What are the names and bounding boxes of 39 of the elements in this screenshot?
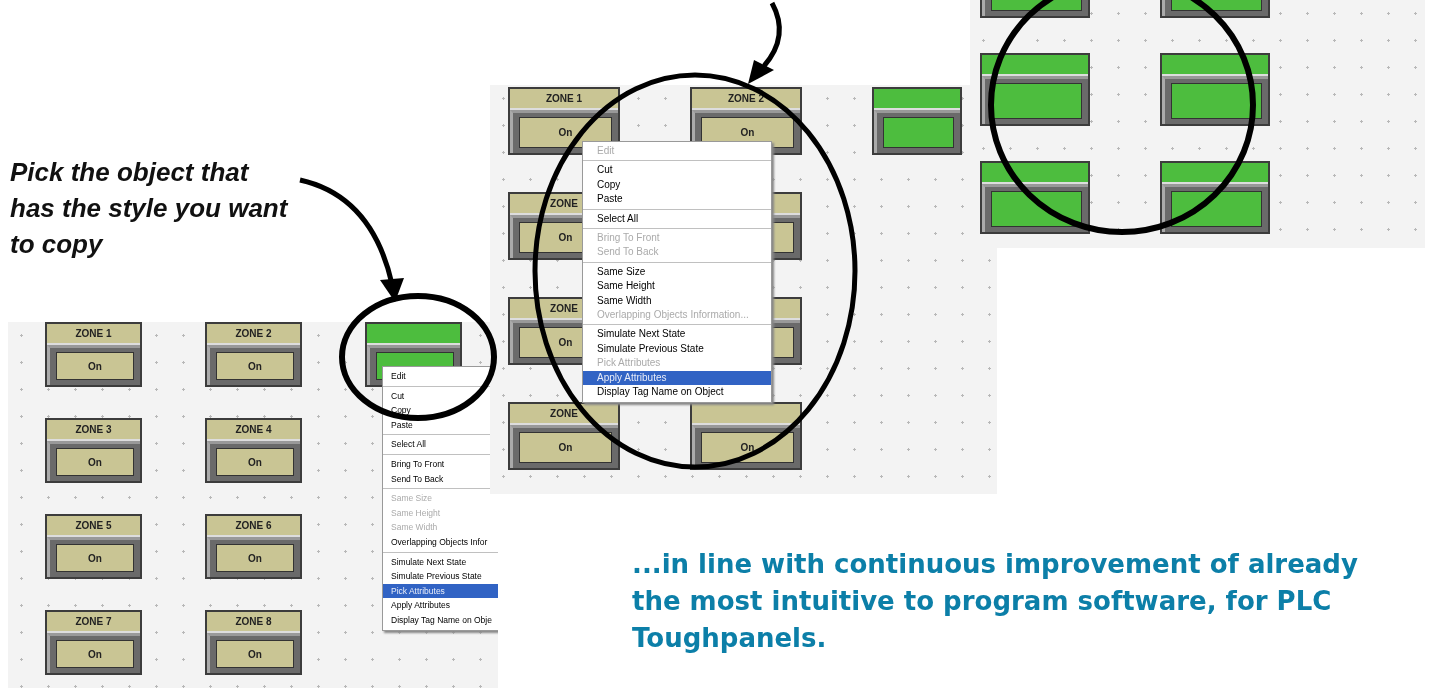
button-face: On: [216, 544, 294, 572]
button-title-bar: ZONE 6: [207, 516, 300, 537]
button-title-bar: ZONE 8: [207, 612, 300, 633]
menu-item[interactable]: Send To Back: [383, 471, 498, 487]
button-title-bar: ZONE 2: [207, 324, 300, 345]
menu-item[interactable]: Display Tag Name on Obje: [383, 612, 498, 628]
menu-item[interactable]: Overlapping Objects Infor: [383, 534, 498, 550]
menu-item[interactable]: Paste: [383, 417, 498, 433]
button-face: On: [56, 544, 134, 572]
menu-item[interactable]: Simulate Next State: [383, 551, 498, 570]
menu-item[interactable]: Same Height: [583, 279, 771, 294]
button-face: On: [519, 432, 612, 463]
button-title-bar: ZONE 5: [47, 516, 140, 537]
menu-item[interactable]: Display Tag Name on Object: [583, 385, 771, 400]
button-face: On: [216, 640, 294, 668]
menu-item[interactable]: Simulate Next State: [583, 324, 771, 342]
button-face: On: [216, 448, 294, 476]
menu-item[interactable]: Copy: [583, 177, 771, 193]
button-title-bar: ZONE 4: [207, 420, 300, 441]
tagline-text: ...in line with continuous improvement of already the most intuitive to program software, for PLC Toughpanels.: [632, 548, 1359, 655]
button-title-bar: ZONE 1: [510, 89, 618, 110]
button-title-bar: ZONE 3: [47, 420, 140, 441]
button-face: On: [56, 352, 134, 380]
button-title-bar: ZONE: [510, 404, 618, 425]
menu-item[interactable]: Select All: [583, 208, 771, 227]
menu-item[interactable]: Same Size: [583, 261, 771, 280]
caption-text: Pick the object that has the style you want to copy: [10, 156, 290, 261]
menu-item[interactable]: Simulate Previous State: [383, 569, 498, 584]
menu-item[interactable]: Apply Attributes: [383, 598, 498, 613]
button-face: [883, 117, 954, 148]
button-title-bar: ZONE 1: [47, 324, 140, 345]
menu-item[interactable]: Apply Attributes: [583, 370, 771, 386]
menu-item[interactable]: Cut: [583, 160, 771, 178]
button-face: On: [56, 448, 134, 476]
button-face: On: [216, 352, 294, 380]
button-title-bar: ZONE 7: [47, 612, 140, 633]
button-face: On: [56, 640, 134, 668]
menu-item[interactable]: Pick Attributes: [383, 583, 498, 599]
menu-item[interactable]: Edit: [383, 369, 498, 384]
